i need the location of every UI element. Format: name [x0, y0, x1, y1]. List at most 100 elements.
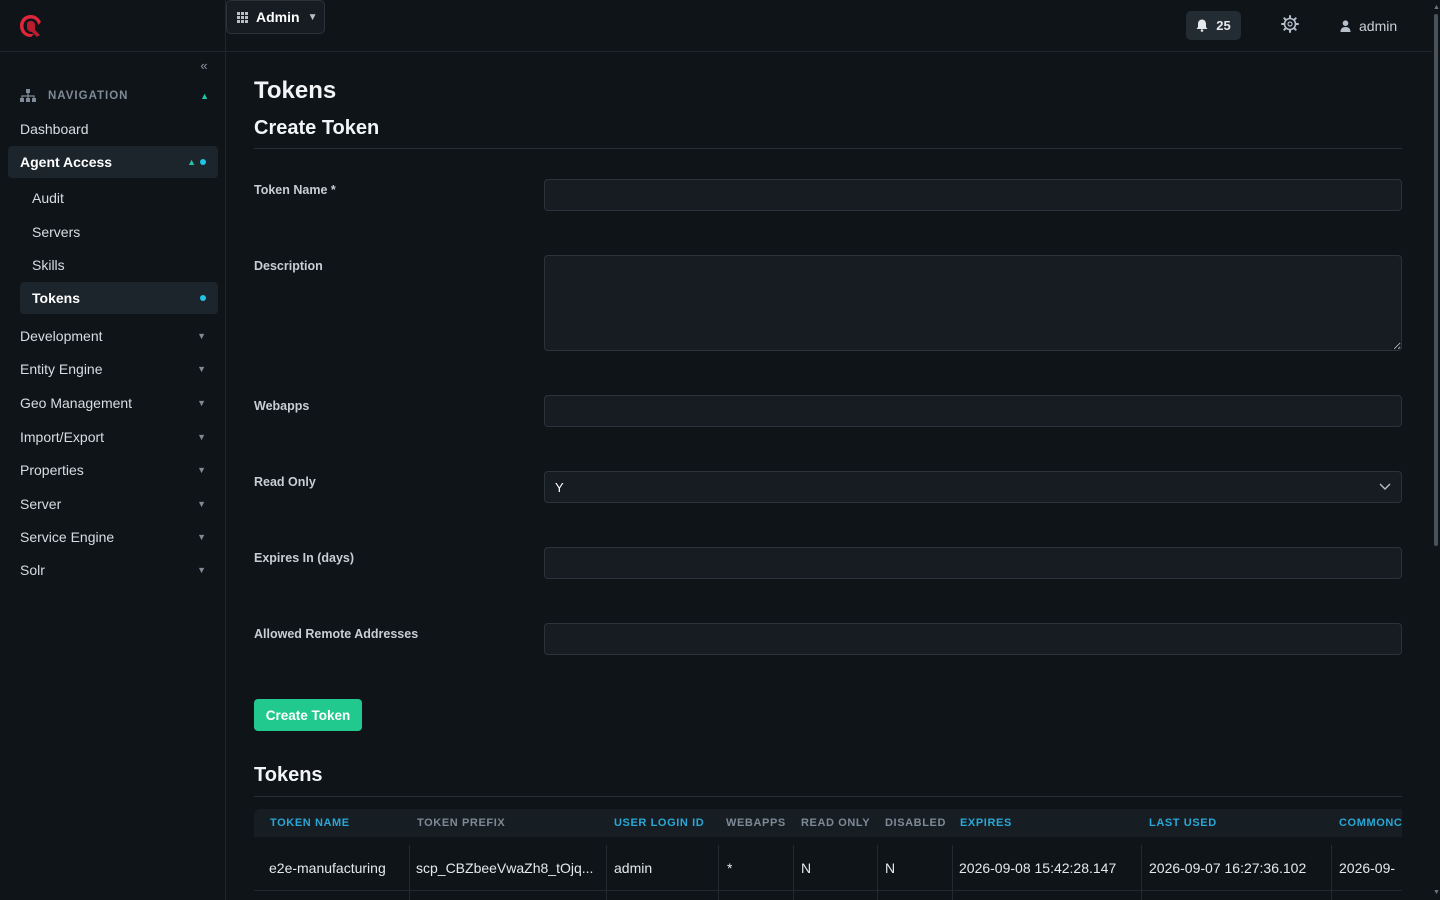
cell-expires: 2026-09-08 15:42:28.147 — [959, 859, 1117, 876]
app-switcher-button[interactable]: Admin ▼ — [226, 0, 325, 34]
sidebar-item-label: Server — [20, 496, 62, 512]
column-header-expires[interactable]: EXPIRES — [960, 809, 1012, 837]
chevron-up-icon: ▲ — [187, 157, 196, 167]
allowed-remote-addresses-label: Allowed Remote Addresses — [254, 627, 419, 641]
cell-token-name[interactable]: e2e-manufacturing — [269, 845, 386, 890]
tokens-table: TOKEN NAME TOKEN PREFIX USER LOGIN ID WE… — [254, 809, 1402, 900]
collapse-sidebar-icon[interactable]: « — [195, 58, 213, 74]
sidebar-item-import-export[interactable]: Import/Export ▼ — [8, 421, 218, 453]
chevron-down-icon: ▼ — [197, 565, 206, 575]
read-only-value: Y — [555, 479, 564, 495]
cell-read-only: N — [801, 859, 812, 876]
app-switcher-label: Admin — [256, 9, 300, 25]
chevron-down-icon: ▼ — [197, 331, 206, 341]
sidebar-item-label: Tokens — [32, 290, 80, 306]
logo-area — [0, 0, 225, 52]
tokens-table-title: Tokens — [254, 764, 323, 786]
scroll-down-icon[interactable]: ▼ — [1433, 889, 1440, 896]
notifications-count: 25 — [1216, 18, 1231, 33]
sidebar-item-label: Dashboard — [20, 121, 89, 137]
page-scrollbar[interactable]: ▲ ▼ — [1432, 0, 1440, 900]
sidebar-item-server[interactable]: Server ▼ — [8, 488, 218, 520]
chevron-down-icon: ▼ — [197, 432, 206, 442]
scrollbar-thumb[interactable] — [1434, 14, 1438, 546]
sidebar-item-label: Skills — [32, 257, 65, 273]
sidebar-item-servers[interactable]: Servers — [20, 216, 218, 248]
chevron-down-icon: ▼ — [197, 465, 206, 475]
sidebar-item-agent-access[interactable]: Agent Access ▲ — [8, 146, 218, 178]
sidebar-item-label: Agent Access — [20, 154, 113, 170]
sidebar-item-label: Service Engine — [20, 529, 115, 545]
read-only-label: Read Only — [254, 475, 316, 489]
nav-section-header[interactable]: NAVIGATION ▲ — [20, 88, 210, 104]
chevron-down-icon: ▼ — [197, 499, 206, 509]
sidebar-item-label: Servers — [32, 224, 81, 240]
webapps-input[interactable] — [544, 395, 1402, 427]
sidebar-item-entity-engine[interactable]: Entity Engine ▼ — [8, 353, 218, 385]
gear-icon — [1281, 15, 1299, 33]
table-header: TOKEN NAME TOKEN PREFIX USER LOGIN ID WE… — [254, 809, 1402, 837]
expires-in-input[interactable] — [544, 547, 1402, 579]
sidebar-item-label: Geo Management — [20, 395, 133, 411]
divider — [254, 796, 1402, 797]
cell-webapps: * — [727, 859, 733, 876]
sidebar: « NAVIGATION ▲ Dashboard Agent Access ▲ … — [0, 0, 226, 900]
table-row[interactable]: e2e-manufacturing scp_CBZbeeVwaZh8_tOjq.… — [254, 845, 1402, 890]
sidebar-item-label: Audit — [32, 190, 64, 206]
cell-last-used: 2026-09-07 16:27:36.102 — [1149, 859, 1307, 876]
nav-header-label: NAVIGATION — [48, 90, 129, 102]
sidebar-item-properties[interactable]: Properties ▼ — [8, 454, 218, 486]
token-name-input[interactable] — [544, 179, 1402, 211]
scroll-up-icon[interactable]: ▲ — [1433, 4, 1440, 11]
sidebar-item-tokens[interactable]: Tokens — [20, 282, 218, 314]
column-header-user-login-id[interactable]: USER LOGIN ID — [614, 809, 704, 837]
cell-disabled: N — [885, 859, 896, 876]
column-header-token-name[interactable]: TOKEN NAME — [270, 809, 350, 837]
read-only-select[interactable]: Y — [544, 471, 1402, 503]
sidebar-item-dashboard[interactable]: Dashboard — [8, 113, 218, 145]
column-header-read-only: READ ONLY — [801, 817, 871, 829]
cell-common: 2026-09- — [1339, 859, 1396, 876]
column-header-token-prefix: TOKEN PREFIX — [417, 817, 506, 829]
sidebar-item-label: Development — [20, 328, 103, 344]
token-name-label: Token Name * — [254, 183, 336, 197]
topbar: Admin ▼ 25 admin — [226, 0, 1432, 52]
chevron-down-icon: ▼ — [197, 532, 206, 542]
user-menu-button[interactable]: admin — [1340, 16, 1397, 36]
sidebar-item-solr[interactable]: Solr ▼ — [8, 554, 218, 586]
divider — [254, 148, 1402, 149]
sidebar-item-audit[interactable]: Audit — [20, 182, 218, 214]
user-name: admin — [1359, 18, 1398, 34]
sidebar-item-service-engine[interactable]: Service Engine ▼ — [8, 521, 218, 553]
sidebar-item-skills[interactable]: Skills — [20, 249, 218, 281]
sidebar-item-label: Entity Engine — [20, 361, 103, 377]
bell-icon — [1196, 19, 1208, 32]
create-token-button[interactable]: Create Token — [254, 699, 362, 731]
description-label: Description — [254, 259, 323, 273]
user-icon — [1340, 20, 1351, 32]
grid-icon — [237, 11, 248, 23]
webapps-label: Webapps — [254, 399, 310, 413]
cell-user-login-id: admin — [614, 859, 653, 876]
description-textarea[interactable] — [544, 255, 1402, 351]
chevron-down-icon: ▼ — [307, 11, 318, 23]
notifications-button[interactable]: 25 — [1186, 11, 1241, 40]
chevron-down-icon: ▼ — [197, 398, 206, 408]
sidebar-item-development[interactable]: Development ▼ — [8, 320, 218, 352]
page-title: Tokens — [254, 77, 337, 104]
expires-in-label: Expires In (days) — [254, 551, 355, 565]
chevron-up-icon: ▲ — [200, 91, 210, 101]
column-header-last-used[interactable]: LAST USED — [1149, 809, 1217, 837]
allowed-remote-addresses-input[interactable] — [544, 623, 1402, 655]
column-header-disabled: DISABLED — [885, 817, 947, 829]
column-header-common[interactable]: COMMONC — [1339, 809, 1402, 837]
form-title: Create Token — [254, 117, 380, 139]
sidebar-item-label: Import/Export — [20, 429, 105, 445]
settings-button[interactable] — [1281, 15, 1301, 35]
cell-token-prefix: scp_CBZbeeVwaZh8_tOjq... — [416, 859, 594, 876]
active-indicator-dot — [200, 295, 206, 301]
sidebar-item-geo-management[interactable]: Geo Management ▼ — [8, 387, 218, 419]
sidebar-item-label: Properties — [20, 462, 84, 478]
brand-logo-icon[interactable] — [18, 13, 44, 39]
row-divider — [254, 890, 1402, 891]
